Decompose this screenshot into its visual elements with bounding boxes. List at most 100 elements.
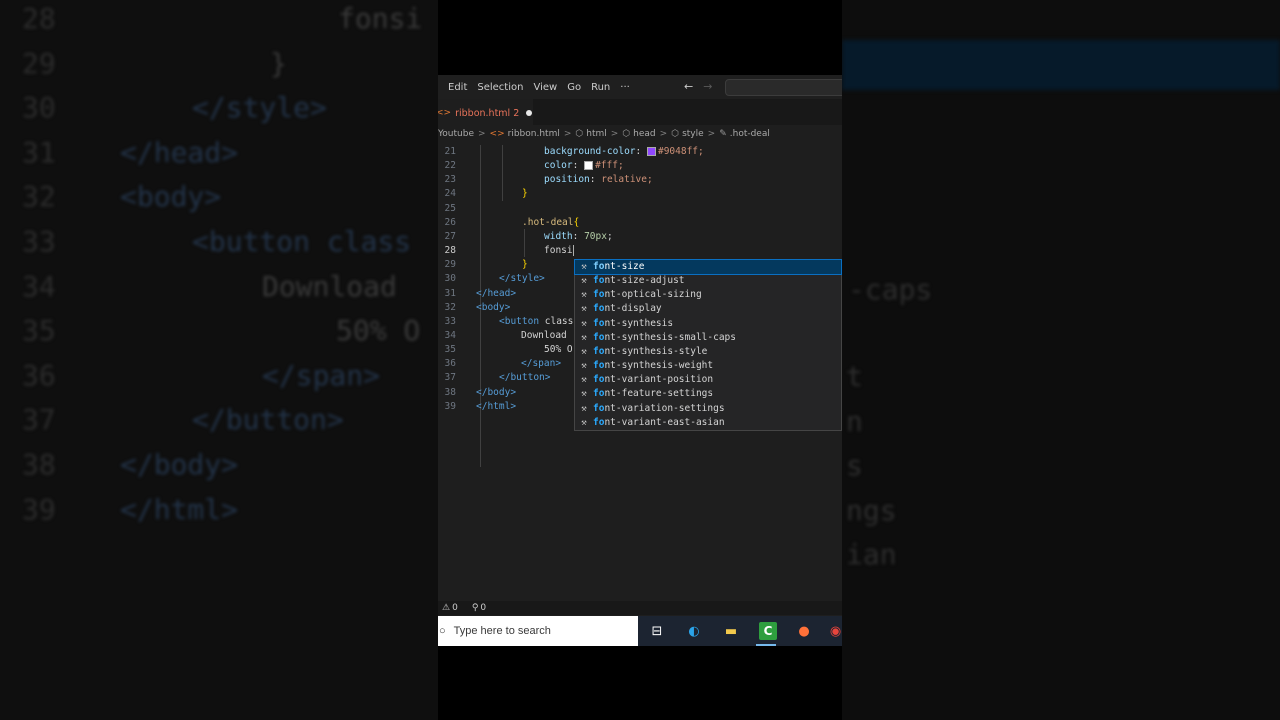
suggestion-font-size[interactable]: ⚒ font-size (574, 259, 842, 275)
html-tag: <body> (476, 301, 511, 313)
background-line-text: </style> (192, 91, 327, 125)
css-value: 70px (584, 230, 607, 242)
menu-go[interactable]: Go (562, 82, 586, 93)
suggestion-match: fo (593, 360, 605, 372)
suggestion-font-synthesis-style[interactable]: ⚒ font-synthesis-style (575, 345, 841, 359)
suggestion-match: fo (593, 289, 605, 301)
background-line-number: 35 (22, 314, 56, 348)
html-text: Download (521, 329, 567, 341)
taskbar-search-box[interactable]: ○ Type here to search (438, 616, 638, 646)
chrome-icon[interactable]: ◉ (829, 622, 842, 640)
background-line-text: } (270, 46, 287, 80)
html-tag: </body> (476, 386, 517, 398)
code-content: </html> (476, 400, 516, 414)
tab-problem-count: 2 (513, 107, 520, 119)
warning-icon[interactable]: ⚲ (472, 603, 479, 613)
html-tag: </span> (521, 358, 562, 370)
suggestion-font-variant-position[interactable]: ⚒ font-variant-position (575, 373, 841, 387)
css-semicolon: ; (606, 230, 613, 242)
breadcrumb-item-hot-deal[interactable]: ✎ .hot-deal (719, 129, 770, 139)
windows-taskbar: ○ Type here to search ⊟ ◐ ▬ C ● ◉ (438, 616, 842, 646)
status-bar: ⚠ 0 ⚲ 0 (438, 601, 842, 615)
suggestion-font-synthesis[interactable]: ⚒ font-synthesis (575, 317, 841, 331)
camtasia-icon[interactable]: C (759, 622, 777, 640)
firefox-icon[interactable]: ● (795, 622, 813, 640)
menu-more[interactable]: ··· (615, 82, 635, 93)
tab-ribbon-html[interactable]: <> ribbon.html 2 (438, 99, 533, 126)
suggestion-rest: nt-size (604, 261, 645, 272)
edge-icon[interactable]: ◐ (685, 622, 703, 640)
line-number: 30 (444, 273, 456, 285)
css-brace: } (522, 259, 528, 271)
suggestion-label: font-size (593, 261, 645, 272)
code-content: </button> (499, 371, 550, 385)
error-icon[interactable]: ⚠ (442, 603, 450, 613)
forward-arrow-icon[interactable]: → (703, 80, 712, 93)
code-line-23[interactable]: 23 position: relative; (438, 173, 842, 187)
autocomplete-suggestions: ⚒ font-size ⚒ font-size-adjust ⚒ font-optical… (574, 259, 842, 431)
code-content: } (522, 187, 528, 201)
color-swatch[interactable] (584, 161, 594, 171)
background-code-line: t (846, 360, 863, 393)
suggestion-font-synthesis-small-caps[interactable]: ⚒ font-synthesis-small-caps (575, 331, 841, 345)
breadcrumb-item-head[interactable]: ⬡ head (622, 129, 655, 139)
task-view-icon[interactable]: ⊟ (648, 622, 666, 640)
code-line-24[interactable]: 24} (438, 187, 842, 201)
code-line-25[interactable]: 25 (438, 202, 842, 216)
menu-selection[interactable]: Selection (472, 82, 528, 93)
code-content: color: #fff; (544, 159, 624, 173)
css-colon: : (572, 160, 585, 172)
breadcrumb-symbol-icon: ⬡ (575, 129, 584, 139)
background-code-line: 28 fonsi (22, 2, 422, 35)
line-number: 32 (444, 301, 456, 313)
back-arrow-icon[interactable]: ← (684, 80, 693, 93)
suggestion-font-feature-settings[interactable]: ⚒ font-feature-settings (575, 387, 841, 401)
background-line-text: fonsi (338, 2, 423, 35)
breadcrumb-label: ribbon.html (507, 129, 560, 139)
suggestion-match: fo (593, 402, 605, 414)
line-number: 35 (444, 344, 456, 356)
suggestion-rest: nt-optical-sizing (604, 289, 702, 301)
suggestion-rest: nt-synthesis-small-caps (604, 331, 737, 343)
menu-run[interactable]: Run (586, 82, 615, 93)
color-swatch[interactable] (646, 147, 656, 156)
suggestion-font-optical-sizing[interactable]: ⚒ font-optical-sizing (575, 288, 841, 302)
menu-view[interactable]: View (528, 82, 562, 93)
code-line-22[interactable]: 22 color: #fff; (438, 159, 842, 173)
breadcrumb-item-style[interactable]: ⬡ style (671, 129, 703, 139)
suggestion-font-size-adjust[interactable]: ⚒ font-size-adjust (575, 274, 841, 288)
code-content: 50% O (544, 343, 573, 357)
menu-edit[interactable]: Edit (438, 82, 472, 93)
breadcrumb-label: .hot-deal (729, 129, 770, 139)
background-line-text: 50% O (336, 314, 421, 348)
background-line-text: <button class (192, 225, 412, 258)
breadcrumb-item-html[interactable]: ⬡ html (575, 129, 606, 139)
suggestion-match: fo (593, 388, 605, 400)
code-line-27[interactable]: 27 width: 70px; (438, 230, 842, 244)
code-content: </body> (476, 386, 516, 400)
suggestion-label: font-display (593, 303, 662, 314)
tab-label: ribbon.html (455, 107, 511, 119)
suggestion-font-variant-east-asian[interactable]: ⚒ font-variant-east-asian (575, 416, 841, 430)
typed-text: fonsi (544, 245, 573, 257)
suggestion-label: font-variation-settings (593, 403, 725, 414)
breadcrumb-item-ribbon-html[interactable]: <> ribbon.html (490, 129, 560, 139)
file-explorer-icon[interactable]: ▬ (722, 622, 740, 640)
background-line-number: 30 (22, 91, 56, 125)
code-line-28[interactable]: 28 fonsi (438, 244, 842, 258)
code-content: </span> (521, 357, 561, 371)
suggestion-font-synthesis-weight[interactable]: ⚒ font-synthesis-weight (575, 359, 841, 373)
command-center-search[interactable] (725, 79, 842, 96)
code-content: background-color: #9048ff; (544, 145, 704, 159)
unsaved-dot-icon[interactable] (526, 110, 533, 116)
breadcrumb-item-youtube[interactable]: Youtube (438, 129, 474, 139)
background-line-number: 32 (22, 180, 56, 214)
code-line-21[interactable]: 21 background-color: #9048ff; (438, 145, 842, 159)
line-number: 29 (444, 259, 456, 271)
code-line-26[interactable]: 26 .hot-deal{ (438, 216, 842, 230)
suggestion-font-variation-settings[interactable]: ⚒ font-variation-settings (575, 402, 841, 416)
breadcrumb-symbol-icon: ⬡ (622, 129, 631, 139)
code-content: width: 70px; (544, 230, 613, 244)
suggestion-font-display[interactable]: ⚒ font-display (575, 302, 841, 316)
background-line-text: </button> (192, 403, 344, 437)
